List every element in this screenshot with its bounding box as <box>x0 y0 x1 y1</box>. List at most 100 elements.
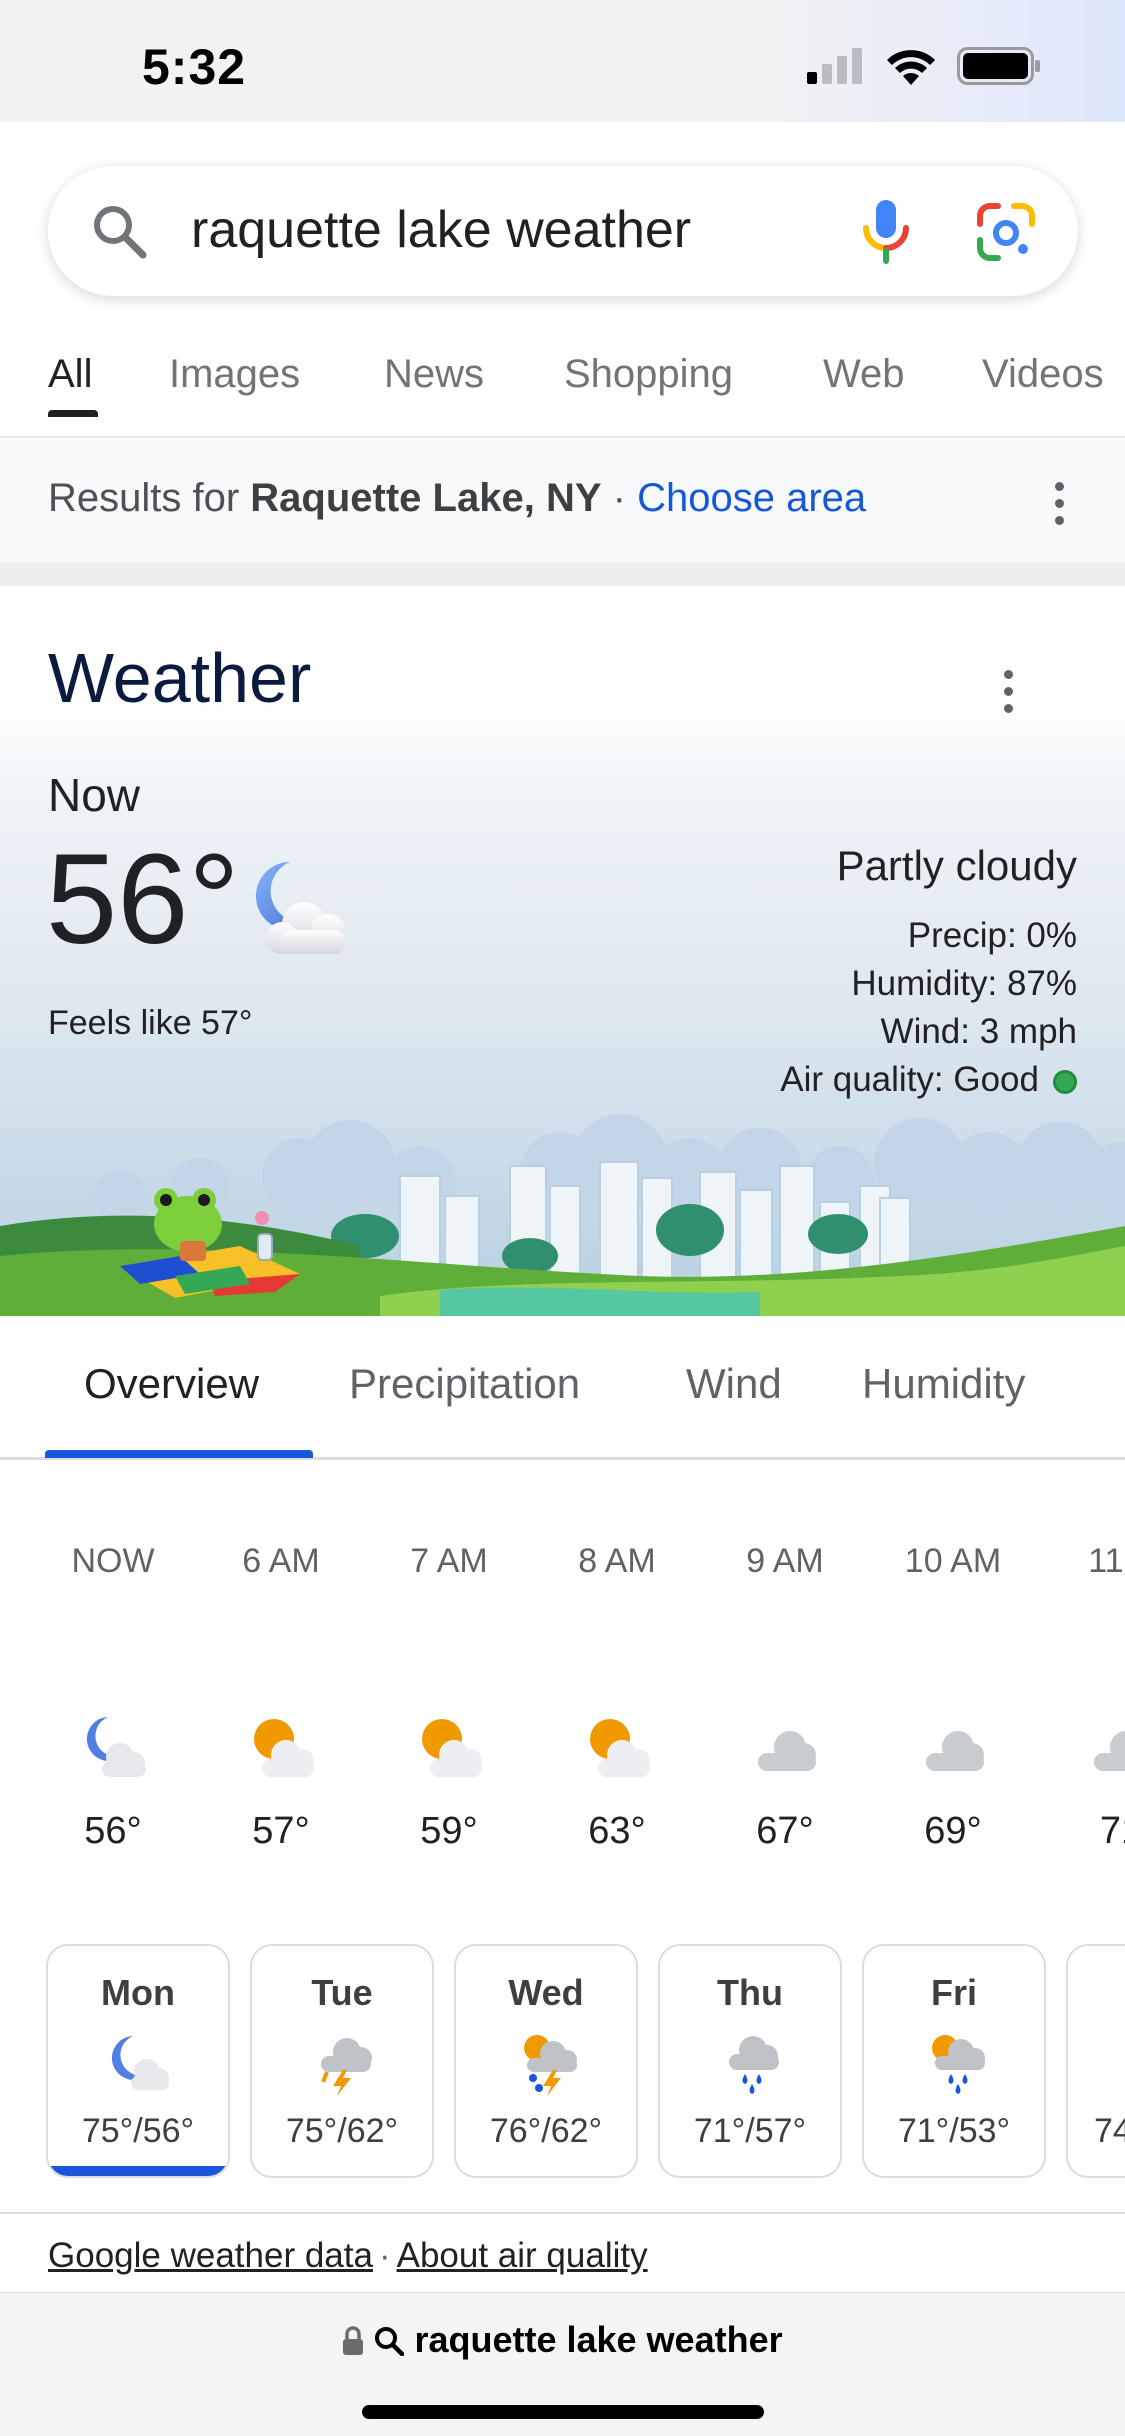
day-card-mon[interactable]: Mon 75°/56° <box>46 1944 230 2178</box>
day-name: Wed <box>508 1972 584 2013</box>
search-tabs: All Images News Shopping Web Videos <box>0 338 1125 438</box>
weather-more-options-icon[interactable] <box>1001 670 1015 726</box>
day-card-thu[interactable]: Thu 71°/57° <box>658 1944 842 2178</box>
status-icons <box>807 44 1041 88</box>
day-temperatures: 71°/53° <box>897 2112 1011 2150</box>
hour-temperature: 67° <box>756 1810 814 1852</box>
air-quality-indicator-icon <box>1053 1070 1077 1094</box>
precipitation-detail: Precip: 0% <box>907 916 1077 955</box>
tab-videos[interactable]: Videos <box>982 352 1104 397</box>
moon-cloud-icon <box>255 861 346 954</box>
hour-time: NOW <box>71 1542 155 1580</box>
day-temperatures: 74 <box>1094 2112 1125 2150</box>
search-icon <box>94 206 147 259</box>
status-time: 5:32 <box>142 39 247 95</box>
air-quality-text: Air quality: Good <box>780 1060 1039 1099</box>
search-input[interactable]: raquette lake weather <box>191 200 691 260</box>
browser-bottom-bar: raquette lake weather <box>0 2292 1125 2436</box>
hour-time: 10 AM <box>904 1542 1002 1580</box>
day-name: Tue <box>311 1972 373 2013</box>
battery-icon <box>957 47 1040 85</box>
choose-area-link[interactable]: Choose area <box>637 476 866 520</box>
google-lens-icon[interactable] <box>976 202 1036 262</box>
hour-temperature: 57° <box>252 1810 310 1852</box>
sun-cloud-icon <box>590 1719 650 1777</box>
tab-precipitation[interactable]: Precipitation <box>349 1360 580 1408</box>
results-for-text: Results for Raquette Lake, NY · Choose a… <box>48 476 866 521</box>
address-bar[interactable]: raquette lake weather <box>0 2319 1125 2361</box>
section-divider <box>0 562 1125 586</box>
status-bar: 5:32 <box>0 0 1125 122</box>
weather-card: Weather Now 56° Feels like 57° Partly cl… <box>0 586 1125 1316</box>
weather-sub-tabs: Overview Precipitation Wind Humidity <box>0 1316 1125 1460</box>
condition: Partly cloudy <box>836 842 1077 889</box>
sun-rain-icon <box>932 2035 985 2094</box>
day-temperatures: 75°/56° <box>81 2112 195 2150</box>
hour-time: 6 AM <box>242 1542 320 1580</box>
sub-tab-active-indicator <box>45 1450 313 1458</box>
sun-thunderstorm-icon <box>524 2035 577 2096</box>
hour-time: 8 AM <box>578 1542 656 1580</box>
wind-detail: Wind: 3 mph <box>880 1012 1077 1051</box>
moon-cloud-icon <box>111 2036 169 2090</box>
lock-icon <box>343 2326 364 2355</box>
weather-scene-illustration <box>0 1114 1125 1316</box>
tab-humidity[interactable]: Humidity <box>862 1360 1025 1408</box>
footer-divider <box>0 2212 1125 2214</box>
tab-news[interactable]: News <box>384 352 484 397</box>
hour-time: 11 A <box>1088 1542 1125 1580</box>
hourly-forecast[interactable]: NOW 56° 6 AM 57° 7 AM 59° 8 AM 63° 9 AM … <box>0 1460 1125 1880</box>
cloud-icon <box>1094 1731 1125 1771</box>
tab-shopping[interactable]: Shopping <box>564 352 733 397</box>
hour-time: 9 AM <box>746 1542 824 1580</box>
results-for-prefix: Results for <box>48 476 240 520</box>
day-card-sat[interactable]: 74 <box>1066 1944 1125 2178</box>
tab-images[interactable]: Images <box>169 352 300 397</box>
home-indicator[interactable] <box>362 2405 764 2419</box>
results-for-bar: Results for Raquette Lake, NY · Choose a… <box>0 440 1125 562</box>
results-for-location: Raquette Lake, NY <box>250 476 602 520</box>
day-card-fri[interactable]: Fri 71°/53° <box>862 1944 1046 2178</box>
google-weather-data-link[interactable]: Google weather data <box>48 2236 373 2275</box>
wifi-icon <box>887 50 935 85</box>
day-card-wed[interactable]: Wed 76°/62° <box>454 1944 638 2178</box>
microphone-icon[interactable] <box>860 198 912 266</box>
day-name: Thu <box>717 1972 783 2013</box>
results-more-options-icon[interactable] <box>1052 482 1066 538</box>
sun-cloud-icon <box>254 1719 314 1777</box>
search-box[interactable]: raquette lake weather <box>48 166 1078 296</box>
now-label: Now <box>48 769 141 821</box>
day-temperatures: 76°/62° <box>489 2112 603 2150</box>
tab-active-indicator <box>48 410 98 417</box>
cloud-icon <box>758 1731 816 1771</box>
hour-temperature: 69° <box>924 1810 982 1852</box>
hour-temperature: 59° <box>420 1810 478 1852</box>
tab-web[interactable]: Web <box>823 352 905 397</box>
about-air-quality-link[interactable]: About air quality <box>397 2236 648 2275</box>
day-name: Mon <box>101 1972 175 2013</box>
day-temperatures: 71°/57° <box>693 2112 807 2150</box>
thunderstorm-icon <box>321 2038 372 2096</box>
sun-cloud-icon <box>422 1719 482 1777</box>
hour-temperature: 63° <box>588 1810 646 1852</box>
hour-temperature: 56° <box>84 1810 142 1852</box>
tab-overview[interactable]: Overview <box>84 1360 259 1408</box>
day-selected-indicator <box>48 2166 228 2176</box>
cellular-signal-icon <box>807 48 862 84</box>
day-temperatures: 75°/62° <box>285 2112 399 2150</box>
day-name: Fri <box>930 1972 977 2013</box>
footer-separator: · <box>378 2236 391 2275</box>
rain-icon <box>729 2036 779 2094</box>
feels-like: Feels like 57° <box>48 1004 253 1042</box>
tab-wind[interactable]: Wind <box>686 1360 782 1408</box>
address-bar-text: raquette lake weather <box>414 2319 783 2360</box>
tab-all[interactable]: All <box>48 352 92 397</box>
current-temperature: 56° <box>46 828 240 971</box>
cloud-icon <box>926 1731 984 1771</box>
weather-title: Weather <box>48 639 312 717</box>
day-card-tue[interactable]: Tue 75°/62° <box>250 1944 434 2178</box>
air-quality-detail[interactable]: Air quality: Good <box>780 1060 1077 1100</box>
results-for-separator: · <box>612 476 626 520</box>
hour-temperature: 71 <box>1099 1810 1125 1852</box>
footer-links: Google weather data · About air quality <box>48 2236 648 2276</box>
